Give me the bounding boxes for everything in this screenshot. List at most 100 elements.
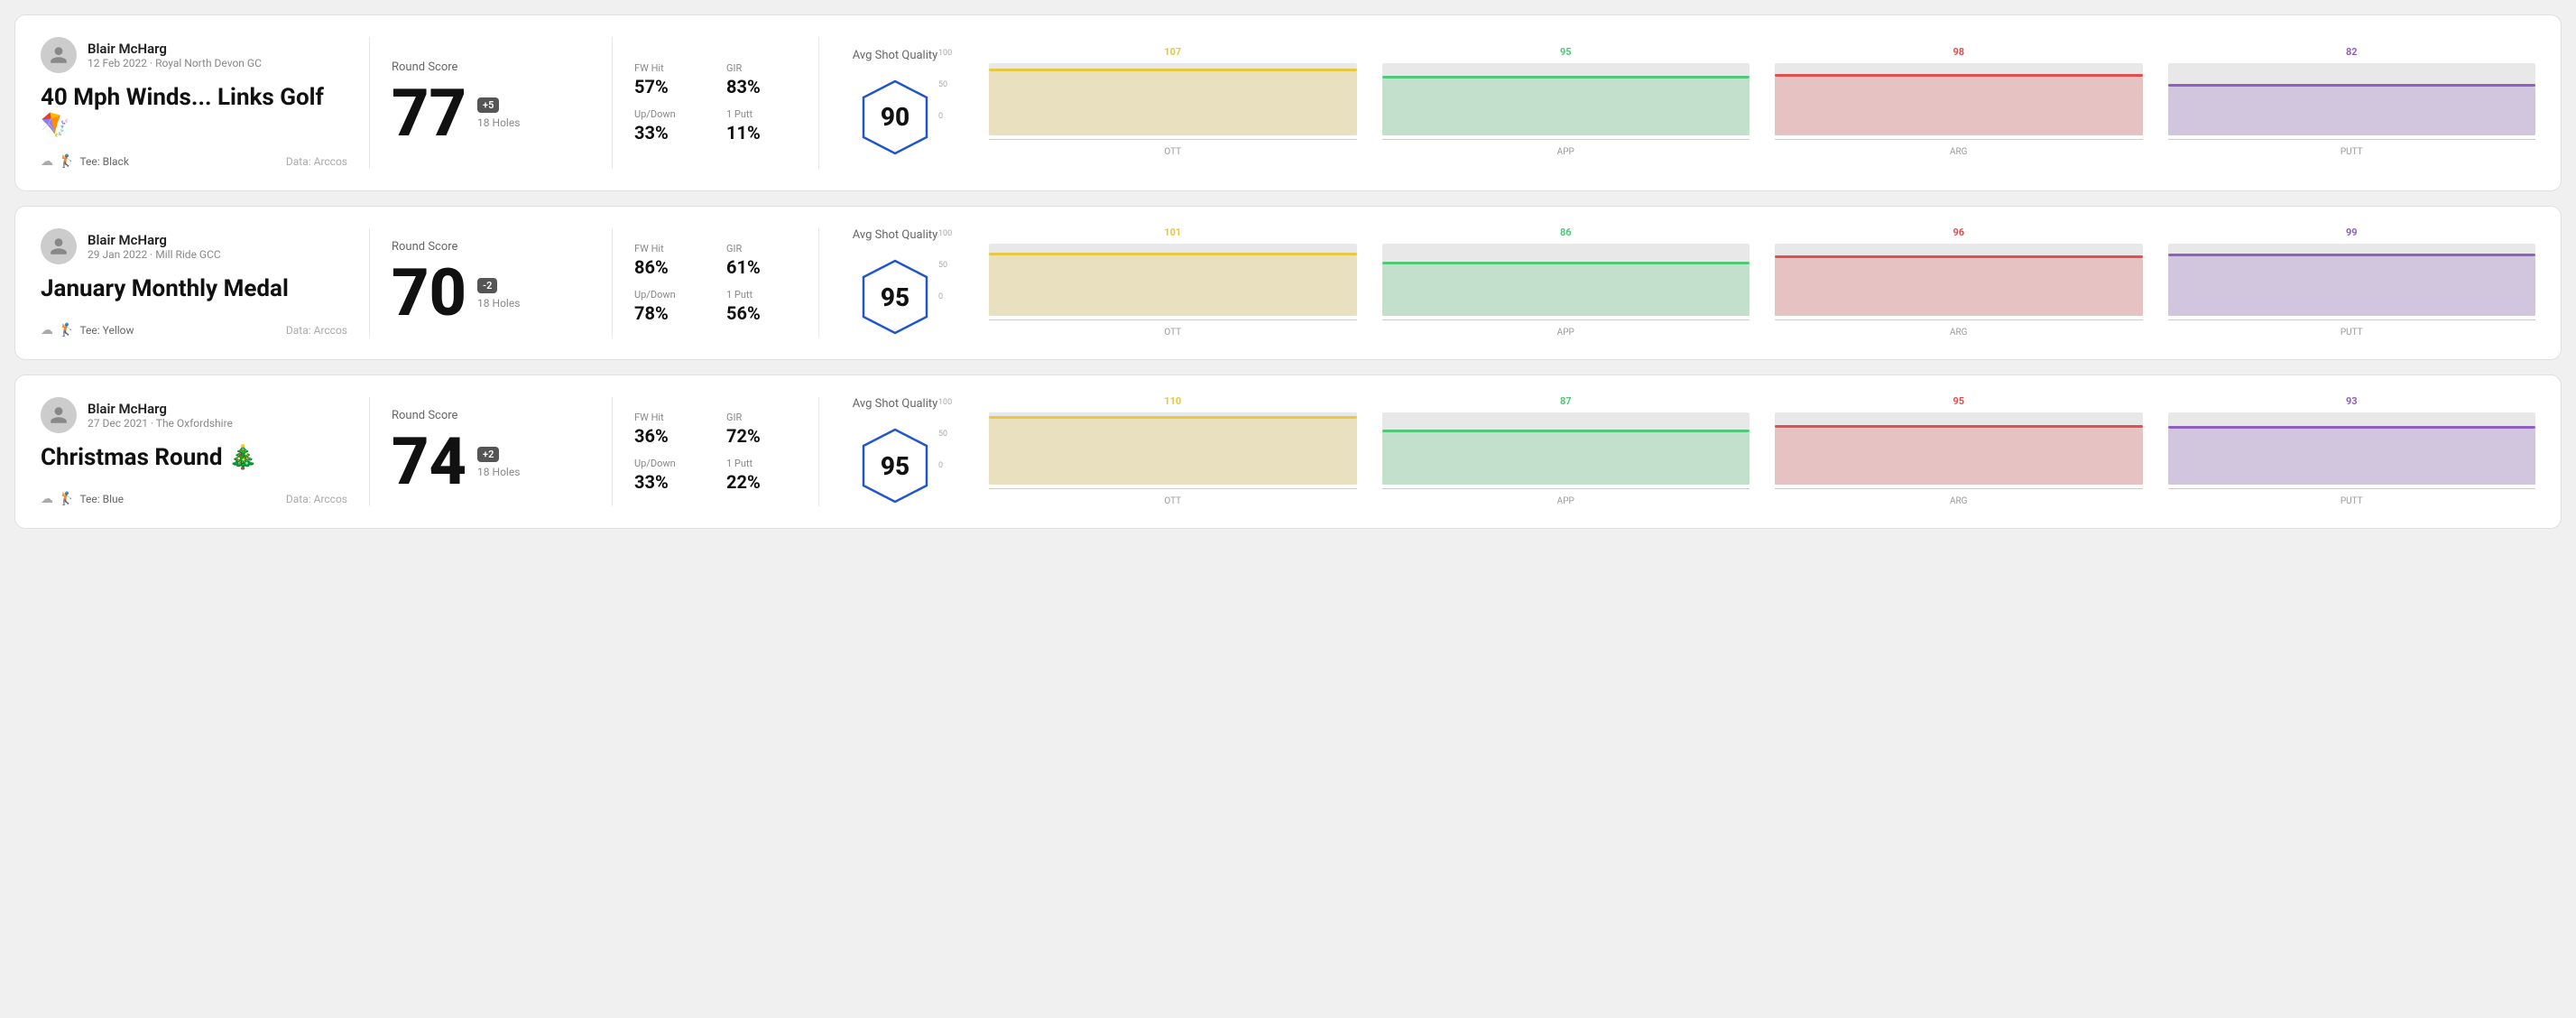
user-icon [49, 405, 69, 425]
avatar [41, 397, 77, 433]
chart-col-app: 87 APP [1382, 395, 1750, 506]
hexagon: 95 [854, 256, 936, 338]
stats-grid: FW Hit 36% GIR 72% Up/Down 33% 1 Putt 22… [634, 412, 797, 493]
gir-label: GIR [726, 412, 797, 423]
fw-hit-stat: FW Hit 36% [634, 412, 705, 447]
score-row: 74 +2 18 Holes [392, 430, 590, 495]
updown-label: Up/Down [634, 108, 705, 120]
hex-score: 95 [881, 451, 909, 481]
card-footer: ☁ 🏌 Tee: Yellow Data: Arccos [41, 323, 347, 338]
holes-label: 18 Holes [477, 466, 520, 478]
gir-label: GIR [726, 243, 797, 255]
chart-col-putt: 82 PUTT [2168, 46, 2536, 157]
divider-3 [818, 228, 819, 338]
hex-score: 95 [881, 282, 909, 312]
tee-label: Tee: Blue [79, 493, 124, 505]
round-title: Christmas Round 🎄 [41, 444, 347, 472]
oneputt-label: 1 Putt [726, 458, 797, 469]
quality-label: Avg Shot Quality [853, 397, 938, 411]
user-info: Blair McHarg 29 Jan 2022 · Mill Ride GCC [41, 228, 347, 264]
score-section: Round Score 77 +5 18 Holes [392, 37, 590, 169]
updown-stat: Up/Down 33% [634, 108, 705, 143]
score-detail: -2 18 Holes [477, 278, 520, 310]
user-icon [49, 236, 69, 256]
score-row: 77 +5 18 Holes [392, 81, 590, 146]
chart-section: 100 50 0 110 OTT 87 APP [949, 397, 2535, 506]
date-course: 27 Dec 2021 · The Oxfordshire [88, 417, 233, 430]
data-source: Data: Arccos [286, 493, 347, 505]
fw-hit-value: 57% [634, 76, 705, 97]
quality-section: Avg Shot Quality 95 [841, 228, 949, 338]
chart-col-app: 86 APP [1382, 227, 1750, 338]
updown-stat: Up/Down 78% [634, 289, 705, 324]
updown-label: Up/Down [634, 458, 705, 469]
left-section: Blair McHarg 27 Dec 2021 · The Oxfordshi… [41, 397, 347, 506]
divider-2 [612, 397, 613, 506]
oneputt-value: 22% [726, 471, 797, 493]
gir-value: 83% [726, 76, 797, 97]
score-badge: -2 [477, 278, 497, 293]
card-footer: ☁ 🏌 Tee: Blue Data: Arccos [41, 492, 347, 506]
chart-col-ott: 101 OTT [989, 227, 1357, 338]
round-score-label: Round Score [392, 240, 590, 254]
quality-section: Avg Shot Quality 95 [841, 397, 949, 506]
round-card-round3: Blair McHarg 27 Dec 2021 · The Oxfordshi… [14, 375, 2562, 529]
tee-label: Tee: Black [79, 155, 128, 168]
big-score: 77 [392, 81, 466, 146]
gir-stat: GIR 83% [726, 62, 797, 97]
score-detail: +2 18 Holes [477, 447, 520, 478]
card-footer: ☁ 🏌 Tee: Black Data: Arccos [41, 154, 347, 169]
score-section: Round Score 74 +2 18 Holes [392, 397, 590, 506]
gir-stat: GIR 61% [726, 243, 797, 278]
date-course: 29 Jan 2022 · Mill Ride GCC [88, 248, 221, 261]
tee-label: Tee: Yellow [79, 324, 134, 337]
chart-col-arg: 98 ARG [1775, 46, 2143, 157]
score-row: 70 -2 18 Holes [392, 261, 590, 326]
bag-icon: 🏌 [59, 154, 74, 169]
round-card-round1: Blair McHarg 12 Feb 2022 · Royal North D… [14, 14, 2562, 191]
oneputt-stat: 1 Putt 56% [726, 289, 797, 324]
round-title: 40 Mph Winds... Links Golf 🪁 [41, 84, 347, 140]
user-info: Blair McHarg 12 Feb 2022 · Royal North D… [41, 37, 347, 73]
oneputt-label: 1 Putt [726, 108, 797, 120]
divider-2 [612, 228, 613, 338]
avatar [41, 228, 77, 264]
quality-label: Avg Shot Quality [853, 228, 938, 242]
hexagon: 90 [854, 77, 936, 158]
quality-section: Avg Shot Quality 90 [841, 37, 949, 169]
round-score-label: Round Score [392, 409, 590, 422]
stats-section: FW Hit 86% GIR 61% Up/Down 78% 1 Putt 56… [634, 228, 797, 338]
gir-stat: GIR 72% [726, 412, 797, 447]
fw-hit-value: 86% [634, 256, 705, 278]
oneputt-value: 56% [726, 302, 797, 324]
tee-info: ☁ 🏌 Tee: Black [41, 154, 129, 169]
divider-3 [818, 397, 819, 506]
stats-grid: FW Hit 86% GIR 61% Up/Down 78% 1 Putt 56… [634, 243, 797, 324]
data-source: Data: Arccos [286, 324, 347, 337]
updown-value: 33% [634, 471, 705, 493]
user-icon [49, 45, 69, 65]
divider-1 [369, 397, 370, 506]
updown-value: 78% [634, 302, 705, 324]
stats-section: FW Hit 57% GIR 83% Up/Down 33% 1 Putt 11… [634, 37, 797, 169]
oneputt-value: 11% [726, 122, 797, 143]
holes-label: 18 Holes [477, 116, 520, 129]
chart-col-app: 95 APP [1382, 46, 1750, 157]
round-card-round2: Blair McHarg 29 Jan 2022 · Mill Ride GCC… [14, 206, 2562, 360]
oneputt-stat: 1 Putt 22% [726, 458, 797, 493]
user-name: Blair McHarg [88, 232, 221, 248]
stats-section: FW Hit 36% GIR 72% Up/Down 33% 1 Putt 22… [634, 397, 797, 506]
updown-value: 33% [634, 122, 705, 143]
updown-stat: Up/Down 33% [634, 458, 705, 493]
hex-score: 90 [881, 102, 909, 132]
data-source: Data: Arccos [286, 155, 347, 168]
date-course: 12 Feb 2022 · Royal North Devon GC [88, 57, 262, 69]
divider-1 [369, 228, 370, 338]
chart-col-ott: 110 OTT [989, 395, 1357, 506]
gir-value: 72% [726, 425, 797, 447]
hexagon: 95 [854, 425, 936, 506]
user-name: Blair McHarg [88, 41, 262, 57]
score-detail: +5 18 Holes [477, 97, 520, 129]
user-details: Blair McHarg 29 Jan 2022 · Mill Ride GCC [88, 232, 221, 261]
chart-section: 100 50 0 101 OTT 86 APP [949, 228, 2535, 338]
